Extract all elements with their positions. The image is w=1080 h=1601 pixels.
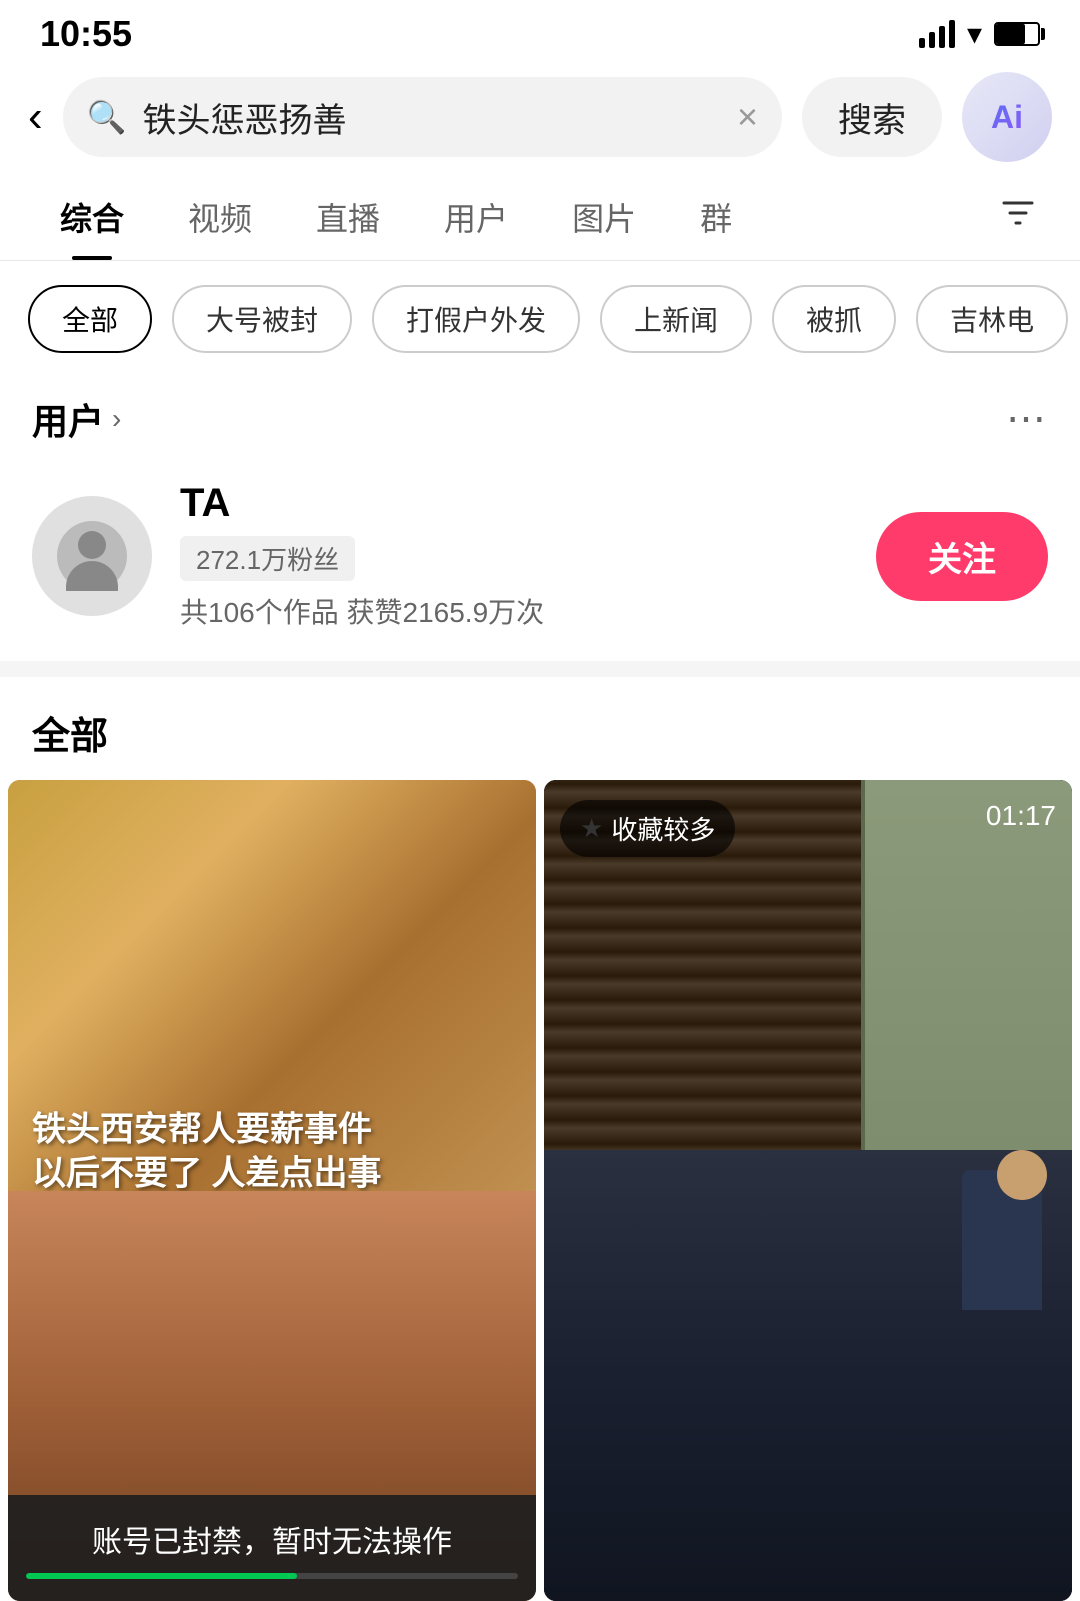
- ban-progress-bar: [26, 1573, 518, 1579]
- user-section-title: 用户: [32, 393, 104, 445]
- user-card[interactable]: TA 272.1万粉丝 共106个作品 获赞2165.9万次 关注: [0, 461, 1080, 661]
- status-icons: ▾: [919, 17, 1040, 52]
- filter-tags-row: 全部 大号被封 打假户外发 上新闻 被抓 吉林电: [0, 261, 1080, 377]
- signal-icon: [919, 20, 955, 48]
- right-video-people: [544, 1150, 1072, 1601]
- battery-icon: [994, 22, 1040, 46]
- ban-overlay: 账号已封禁，暂时无法操作: [8, 1495, 536, 1601]
- more-dots-button[interactable]: ⋯: [1006, 396, 1048, 442]
- tab-image[interactable]: 图片: [540, 174, 668, 260]
- tab-live[interactable]: 直播: [284, 174, 412, 260]
- user-section-title-wrap[interactable]: 用户 ›: [32, 393, 121, 445]
- search-bar-row: ‹ 🔍 铁头惩恶扬善 × 搜索 Ai: [0, 60, 1080, 174]
- follow-button[interactable]: 关注: [876, 512, 1048, 601]
- search-input-wrap[interactable]: 🔍 铁头惩恶扬善 ×: [63, 77, 782, 157]
- ai-label: Ai: [991, 99, 1023, 136]
- wifi-icon: ▾: [967, 17, 982, 52]
- search-button[interactable]: 搜索: [802, 77, 942, 157]
- user-avatar: [32, 496, 152, 616]
- filter-tag-news[interactable]: 上新闻: [600, 285, 752, 353]
- clear-button[interactable]: ×: [737, 96, 758, 138]
- search-query-text: 铁头惩恶扬善: [143, 93, 721, 142]
- video-thumbnail-left: 铁头西安帮人要薪事件 以后不要了 人差点出事 也不能教 不然会被封 账号已封禁，…: [8, 780, 536, 1601]
- avatar-placeholder: [57, 521, 127, 591]
- filter-tag-banned[interactable]: 大号被封: [172, 285, 352, 353]
- ban-text: 账号已封禁，暂时无法操作: [26, 1517, 518, 1561]
- tab-user[interactable]: 用户: [412, 174, 540, 260]
- video-card-right[interactable]: ★ 收藏较多 01:17: [544, 780, 1072, 1601]
- ban-progress-fill: [26, 1573, 297, 1579]
- chevron-right-icon: ›: [112, 403, 121, 435]
- video-title-line2: 以后不要了 人差点出事: [32, 1151, 512, 1195]
- user-info: TA 272.1万粉丝 共106个作品 获赞2165.9万次: [180, 481, 848, 631]
- back-button[interactable]: ‹: [28, 95, 43, 139]
- favorite-text: 收藏较多: [611, 810, 715, 847]
- duration-badge: 01:17: [986, 800, 1056, 832]
- user-fans-badge: 272.1万粉丝: [180, 536, 355, 581]
- tab-comprehensive[interactable]: 综合: [28, 174, 156, 260]
- video-grid: 铁头西安帮人要薪事件 以后不要了 人差点出事 也不能教 不然会被封 账号已封禁，…: [0, 780, 1080, 1601]
- user-stats: 共106个作品 获赞2165.9万次: [180, 591, 848, 631]
- filter-tag-all[interactable]: 全部: [28, 285, 152, 353]
- tabs-row: 综合 视频 直播 用户 图片 群: [0, 174, 1080, 261]
- filter-tag-jilin[interactable]: 吉林电: [916, 285, 1068, 353]
- star-icon: ★: [580, 813, 603, 844]
- user-section-header: 用户 › ⋯: [0, 377, 1080, 461]
- search-icon: 🔍: [87, 98, 127, 136]
- video-title-line1: 铁头西安帮人要薪事件: [32, 1107, 512, 1151]
- filter-tag-arrested[interactable]: 被抓: [772, 285, 896, 353]
- section-divider: [0, 661, 1080, 677]
- filter-tag-outdoor[interactable]: 打假户外发: [372, 285, 580, 353]
- tab-group[interactable]: 群: [668, 174, 764, 260]
- status-time: 10:55: [40, 13, 132, 55]
- video-thumbnail-right: ★ 收藏较多 01:17: [544, 780, 1072, 1601]
- all-section-title: 全部: [0, 677, 1080, 780]
- tab-video[interactable]: 视频: [156, 174, 284, 260]
- favorite-badge: ★ 收藏较多: [560, 800, 735, 857]
- status-bar: 10:55 ▾: [0, 0, 1080, 60]
- ai-button[interactable]: Ai: [962, 72, 1052, 162]
- filter-icon[interactable]: [984, 185, 1052, 250]
- video-card-left[interactable]: 铁头西安帮人要薪事件 以后不要了 人差点出事 也不能教 不然会被封 账号已封禁，…: [8, 780, 536, 1601]
- user-name: TA: [180, 481, 848, 526]
